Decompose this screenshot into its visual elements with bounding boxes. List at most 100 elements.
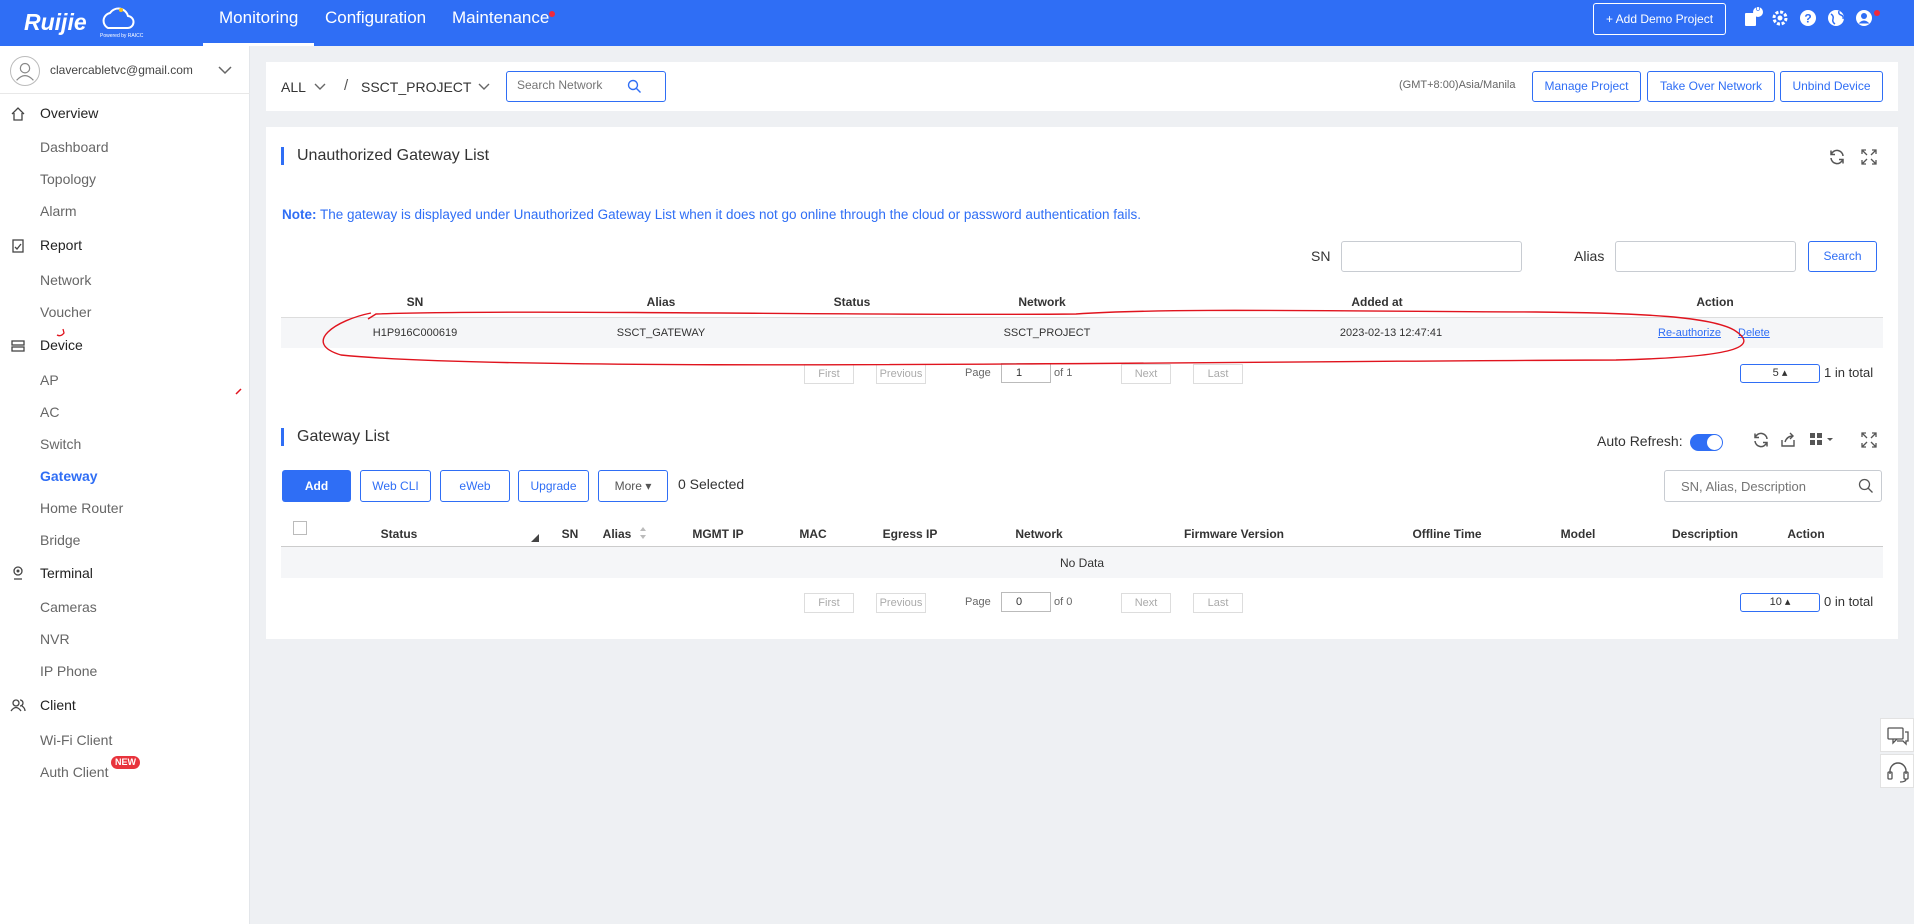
nav-configuration[interactable]: Configuration bbox=[309, 0, 442, 46]
sidebar-item-wifi-client[interactable]: Wi-Fi Client bbox=[40, 732, 112, 748]
fullscreen-icon[interactable] bbox=[1860, 431, 1878, 449]
sidebar-item-alarm[interactable]: Alarm bbox=[40, 203, 77, 219]
column-header-description: Description bbox=[1671, 527, 1738, 541]
more-dropdown[interactable]: More ▾ bbox=[598, 470, 668, 502]
search-icon[interactable] bbox=[627, 79, 642, 94]
account-email: clavercabletvc@gmail.com bbox=[50, 63, 193, 77]
maintenance-alert-dot bbox=[549, 11, 555, 17]
sidebar-item-voucher[interactable]: Voucher bbox=[40, 304, 91, 320]
upgrade-button[interactable]: Upgrade bbox=[518, 470, 589, 502]
last-page-button[interactable]: Last bbox=[1193, 593, 1243, 613]
svg-text:Ruijie: Ruijie bbox=[24, 9, 87, 35]
annotation-mark bbox=[56, 328, 65, 337]
unauthorized-gateway-title: Unauthorized Gateway List bbox=[297, 147, 490, 164]
web-cli-button[interactable]: Web CLI bbox=[360, 470, 431, 502]
top-bar: Ruijie Powered by RAICC Monitoring Confi… bbox=[0, 0, 1914, 46]
toggle-knob bbox=[1707, 435, 1722, 450]
alias-filter-input[interactable] bbox=[1615, 241, 1796, 272]
sidebar-group-client[interactable]: Client bbox=[40, 697, 76, 713]
project-selector[interactable]: SSCT_PROJECT bbox=[361, 79, 471, 95]
sort-icon[interactable] bbox=[639, 526, 647, 540]
sidebar-item-ip-phone[interactable]: IP Phone bbox=[40, 663, 97, 679]
empty-row: No Data bbox=[281, 547, 1883, 578]
user-icon[interactable] bbox=[1853, 7, 1875, 29]
sidebar-item-bridge[interactable]: Bridge bbox=[40, 532, 80, 548]
columns-icon[interactable] bbox=[1808, 431, 1836, 449]
globe-icon[interactable] bbox=[1825, 7, 1847, 29]
sidebar-item-switch[interactable]: Switch bbox=[40, 436, 81, 452]
nav-monitoring[interactable]: Monitoring bbox=[203, 0, 315, 46]
more-label: More bbox=[614, 479, 642, 493]
new-badge: NEW bbox=[111, 756, 140, 769]
no-data-text: No Data bbox=[1059, 556, 1105, 570]
select-all-checkbox[interactable] bbox=[293, 521, 307, 535]
svg-text:Powered by RAICC: Powered by RAICC bbox=[100, 33, 144, 39]
search-icon[interactable] bbox=[1858, 478, 1874, 494]
add-button[interactable]: Add bbox=[282, 470, 351, 502]
sidebar-group-report[interactable]: Report bbox=[40, 237, 82, 253]
unbind-device-button[interactable]: Unbind Device bbox=[1780, 71, 1883, 102]
column-header-status: Status bbox=[380, 527, 418, 541]
sidebar-item-cameras[interactable]: Cameras bbox=[40, 599, 97, 615]
sidebar-item-home-router[interactable]: Home Router bbox=[40, 500, 123, 516]
take-over-network-button[interactable]: Take Over Network bbox=[1647, 71, 1775, 102]
gateway-search-input[interactable] bbox=[1681, 479, 1846, 494]
sn-filter-input[interactable] bbox=[1341, 241, 1522, 272]
headset-icon bbox=[1887, 762, 1909, 783]
nav-maintenance[interactable]: Maintenance bbox=[436, 0, 565, 46]
add-demo-project-button[interactable]: + Add Demo Project bbox=[1593, 3, 1726, 35]
annotation-mark bbox=[235, 388, 242, 395]
sidebar-item-gateway[interactable]: Gateway bbox=[40, 468, 98, 484]
sidebar-item-topology[interactable]: Topology bbox=[40, 171, 96, 187]
column-header-mgmt-ip: MGMT IP bbox=[692, 527, 744, 541]
help-icon[interactable]: ? bbox=[1797, 7, 1819, 29]
selected-count: 0 Selected bbox=[678, 476, 745, 492]
chevron-down-icon[interactable] bbox=[314, 82, 326, 92]
previous-page-button[interactable]: Previous bbox=[876, 593, 926, 613]
chevron-down-icon[interactable] bbox=[478, 82, 490, 92]
sidebar-item-auth-client[interactable]: Auth Client bbox=[40, 764, 108, 780]
sidebar-item-dashboard[interactable]: Dashboard bbox=[40, 139, 109, 155]
sidebar-item-network[interactable]: Network bbox=[40, 272, 91, 288]
manage-project-button[interactable]: Manage Project bbox=[1532, 71, 1641, 102]
chevron-down-icon bbox=[218, 66, 232, 75]
annotation-ellipse bbox=[322, 309, 1745, 366]
scope-selector[interactable]: ALL bbox=[281, 79, 306, 95]
eweb-button[interactable]: eWeb bbox=[440, 470, 510, 502]
notification-count: 0 bbox=[1755, 4, 1761, 13]
page-label: Page bbox=[965, 596, 991, 608]
column-header-egress-ip: Egress IP bbox=[882, 527, 938, 541]
fullscreen-icon[interactable] bbox=[1860, 148, 1878, 166]
refresh-icon[interactable] bbox=[1752, 431, 1770, 449]
gear-icon[interactable] bbox=[1769, 7, 1791, 29]
search-network-field[interactable] bbox=[506, 71, 666, 102]
gateway-search-field[interactable] bbox=[1664, 470, 1882, 502]
account-selector[interactable]: clavercabletvc@gmail.com bbox=[0, 46, 250, 94]
svg-text:?: ? bbox=[1804, 12, 1811, 26]
refresh-icon[interactable] bbox=[1828, 148, 1846, 166]
sidebar-group-overview[interactable]: Overview bbox=[40, 105, 98, 121]
users-icon bbox=[10, 699, 26, 712]
sort-icon[interactable] bbox=[531, 534, 539, 542]
sidebar-item-ap[interactable]: AP bbox=[40, 372, 59, 388]
share-icon[interactable] bbox=[1779, 431, 1797, 449]
auto-refresh-toggle[interactable] bbox=[1690, 434, 1723, 451]
breadcrumb-separator: / bbox=[344, 77, 349, 94]
user-alert-dot bbox=[1874, 10, 1880, 16]
sidebar-group-terminal[interactable]: Terminal bbox=[40, 565, 93, 581]
sidebar-item-ac[interactable]: AC bbox=[40, 404, 59, 420]
support-button[interactable] bbox=[1880, 754, 1914, 788]
feedback-button[interactable] bbox=[1880, 718, 1914, 752]
next-page-button[interactable]: Next bbox=[1121, 593, 1171, 613]
note-text: Note: The gateway is displayed under Una… bbox=[282, 207, 1141, 222]
sidebar-group-device[interactable]: Device bbox=[40, 337, 83, 353]
chat-icon bbox=[1887, 727, 1909, 746]
search-network-input[interactable] bbox=[517, 78, 632, 92]
ruijie-logo[interactable]: Ruijie Powered by RAICC bbox=[22, 4, 152, 40]
search-button[interactable]: Search bbox=[1808, 241, 1877, 272]
page-size-select[interactable]: 10 ▴ bbox=[1740, 593, 1820, 612]
first-page-button[interactable]: First bbox=[804, 593, 854, 613]
sidebar-item-nvr[interactable]: NVR bbox=[40, 631, 70, 647]
section-marker bbox=[281, 428, 284, 446]
page-number-input[interactable]: 0 bbox=[1001, 592, 1051, 612]
